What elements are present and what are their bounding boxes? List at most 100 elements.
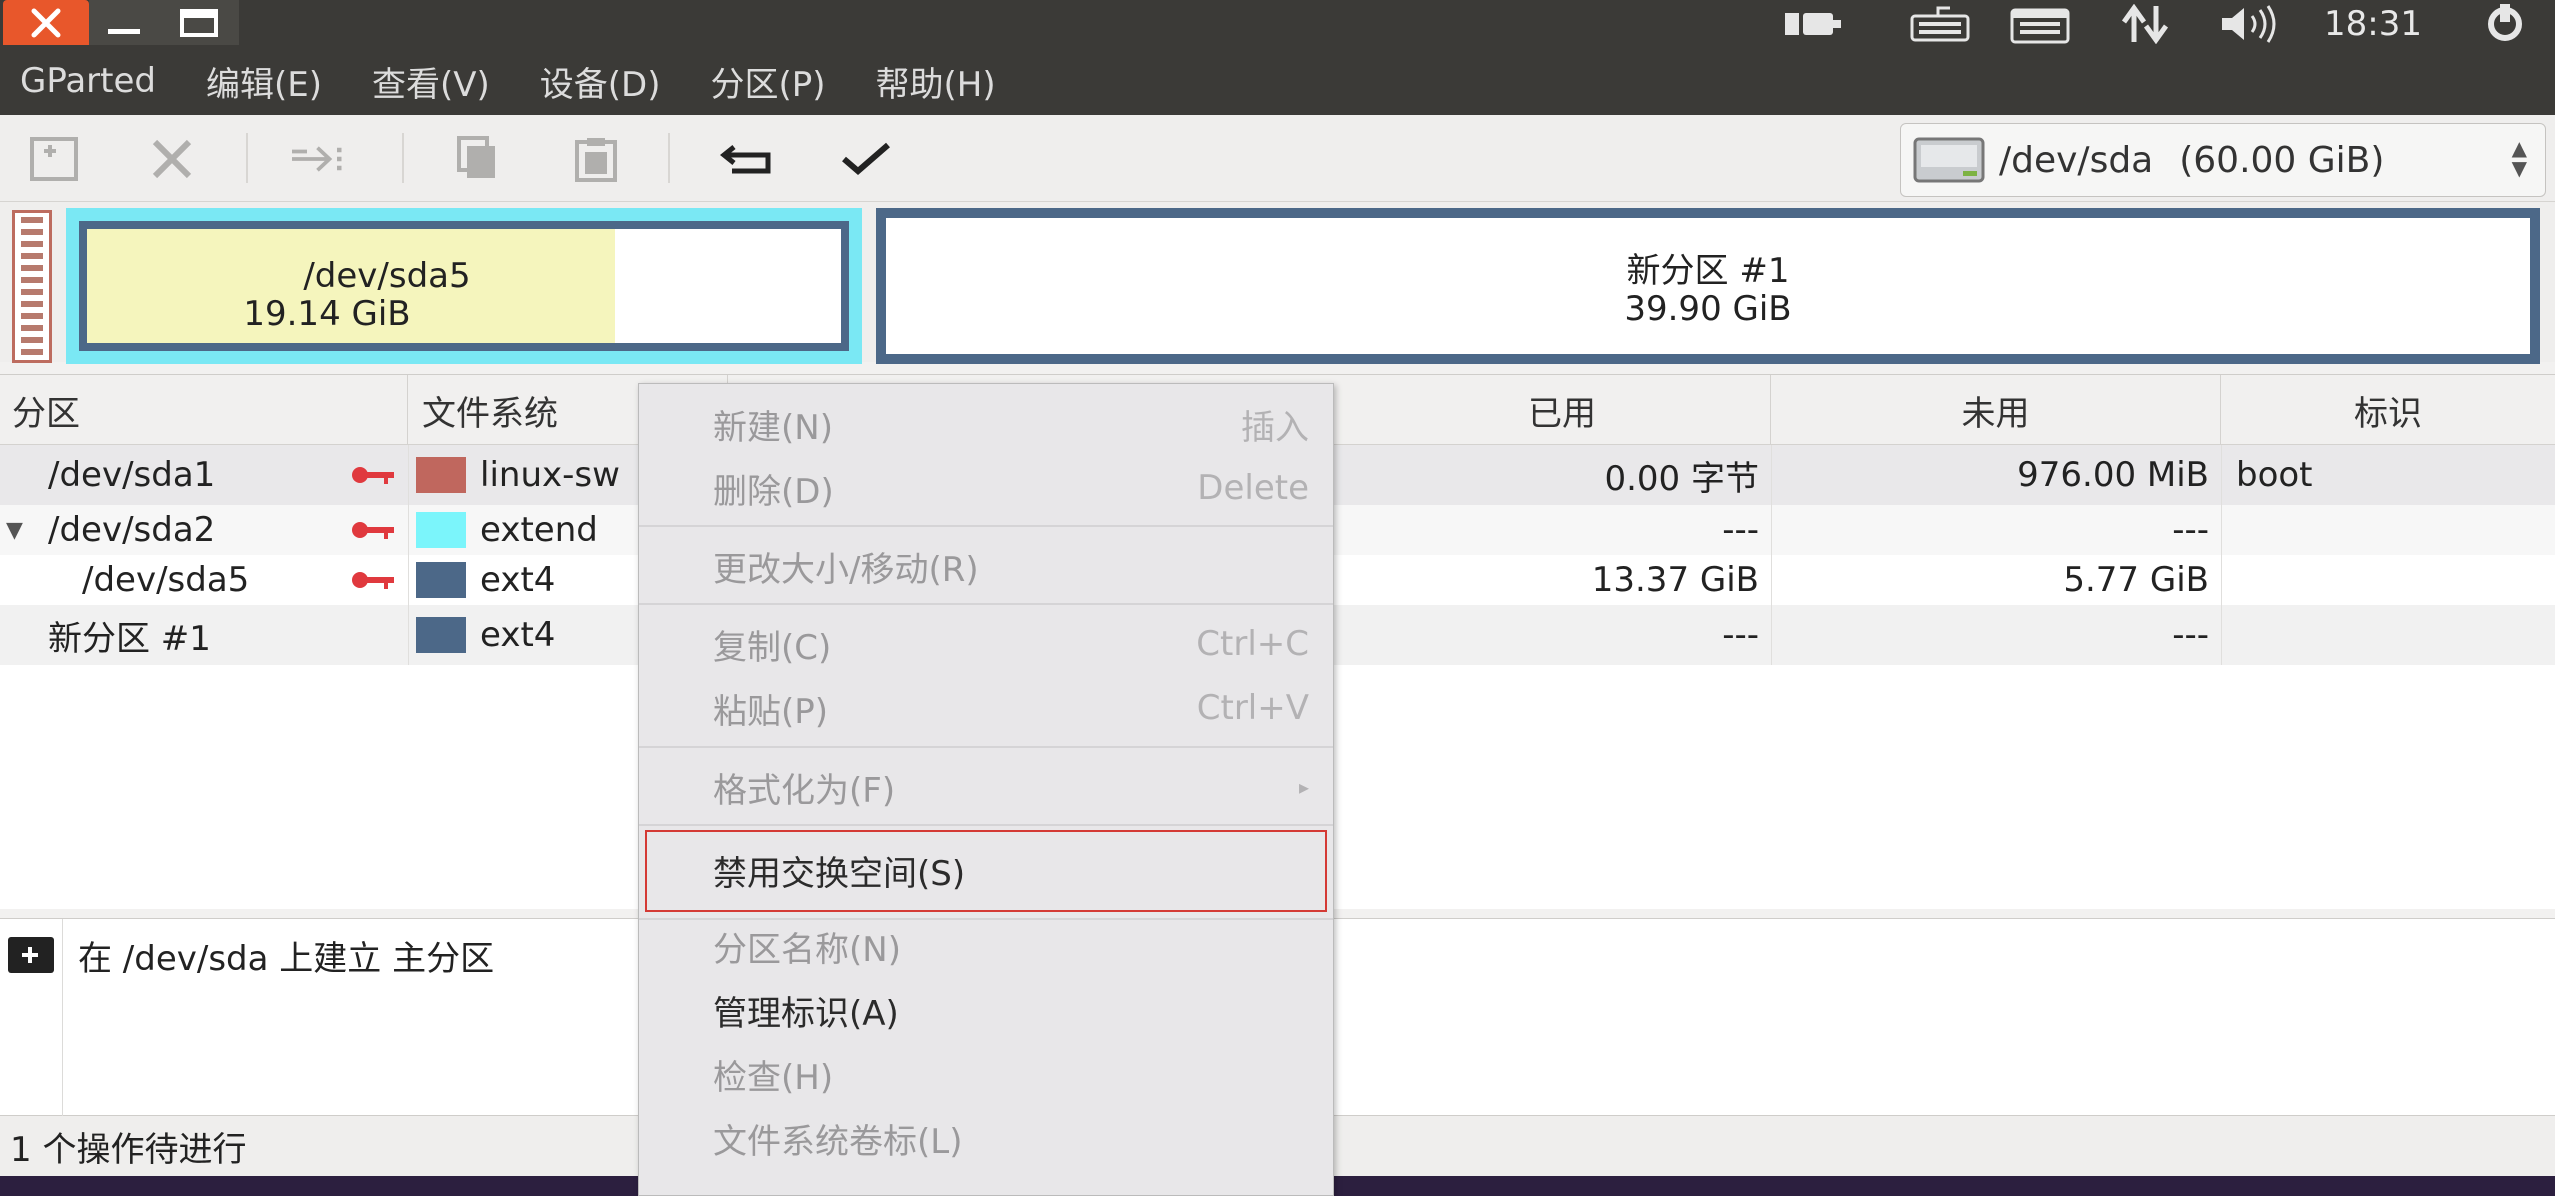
device-size: (60.00 GiB) (2179, 139, 2385, 181)
volume-icon[interactable] (2210, 0, 2290, 47)
clock[interactable]: 18:31 (2308, 0, 2438, 47)
lock-key-icon (352, 522, 394, 539)
menu-item-accelerator: Ctrl+C (1196, 624, 1309, 664)
paste-button[interactable] (566, 130, 626, 188)
close-icon (31, 8, 61, 37)
menu-item-copy[interactable]: 复制(C) Ctrl+C (639, 614, 1333, 674)
fs-color-swatch (416, 562, 466, 598)
menu-device[interactable]: 设备(D) (540, 57, 661, 106)
menu-gparted[interactable]: GParted (20, 61, 156, 101)
partition-block-sda1[interactable] (12, 210, 52, 363)
menu-item-fs-label[interactable]: 文件系统卷标(L) (639, 1108, 1333, 1168)
toolbar: /dev/sda (60.00 GiB) ▲ ▼ (0, 115, 2555, 202)
menu-item-accelerator: 插入 (1241, 407, 1309, 448)
copy-button[interactable] (448, 130, 508, 188)
menu-item-resize-move[interactable]: 更改大小/移动(R) (639, 536, 1333, 596)
menu-item-label: 新建(N) (713, 407, 833, 448)
top-panel: 18:31 (0, 0, 2555, 47)
partition-context-menu: 新建(N) 插入 删除(D) Delete 更改大小/移动(R) 复制(C) Ctrl… (638, 383, 1334, 1196)
menu-separator (639, 525, 1333, 527)
battery-icon[interactable] (1780, 0, 1850, 47)
new-partition-button[interactable] (26, 130, 86, 188)
copy-icon (457, 136, 495, 178)
new-partition-op-icon (8, 937, 54, 973)
resize-move-icon (292, 146, 342, 172)
menu-help[interactable]: 帮助(H) (876, 57, 996, 106)
lock-key-icon (352, 572, 394, 589)
menu-separator (639, 603, 1333, 605)
device-selector[interactable]: /dev/sda (60.00 GiB) ▲ ▼ (1900, 123, 2546, 197)
used-value: --- (1722, 510, 1759, 550)
close-window-button[interactable] (3, 0, 89, 45)
menu-item-new[interactable]: 新建(N) 插入 (639, 394, 1333, 454)
menubar: GParted 编辑(E) 查看(V) 设备(D) 分区(P) 帮助(H) (0, 47, 2555, 115)
filesystem-name: ext4 (480, 560, 556, 600)
lock-key-icon (352, 467, 394, 484)
unused-value: --- (2172, 615, 2209, 655)
minimize-icon (108, 28, 140, 34)
partition-name: 新分区 #1 (48, 618, 211, 659)
filesystem-cell: linux-sw (416, 445, 636, 505)
partition-block-sda5[interactable]: /dev/sda5 19.14 GiB (66, 208, 862, 364)
menu-item-label: 检查(H) (713, 1057, 834, 1098)
filesystem-name: ext4 (480, 615, 556, 655)
column-divider (2221, 445, 2222, 665)
op-divider (62, 919, 63, 1117)
menu-item-delete[interactable]: 删除(D) Delete (639, 458, 1333, 518)
undo-button[interactable] (718, 130, 778, 188)
flags-value: boot (2236, 455, 2313, 495)
maximize-window-button[interactable] (159, 0, 239, 45)
keyboard-icon[interactable] (1905, 0, 1975, 47)
sda5-size: 19.14 GiB (243, 294, 411, 334)
menu-edit[interactable]: 编辑(E) (206, 57, 322, 106)
used-value: 13.37 GiB (1591, 560, 1759, 600)
unused-value: --- (2172, 510, 2209, 550)
new1-label: 新分区 #1 (1626, 251, 1790, 291)
fs-color-swatch (416, 457, 466, 493)
expander-arrow-icon[interactable]: ▼ (6, 505, 36, 555)
network-icon[interactable] (2110, 0, 2180, 47)
power-icon[interactable] (2465, 0, 2545, 47)
menu-item-label: 文件系统卷标(L) (713, 1121, 963, 1162)
menu-item-manage-flags[interactable]: 管理标识(A) (639, 980, 1333, 1040)
menu-item-label: 分区名称(N) (713, 929, 901, 970)
resize-move-button[interactable] (292, 130, 352, 188)
menu-item-label: 禁用交换空间(S) (713, 853, 966, 894)
status-text: 1 个操作待进行 (10, 1129, 247, 1170)
column-header-partition[interactable]: 分区 (0, 375, 408, 445)
filesystem-cell: ext4 (416, 555, 636, 605)
partition-name: /dev/sda5 (82, 560, 250, 600)
filesystem-cell: extend (416, 505, 636, 555)
checkmark-icon (842, 142, 890, 175)
menu-item-swapoff[interactable]: 禁用交换空间(S) (639, 840, 1333, 900)
menu-item-label: 格式化为(F) (713, 770, 896, 811)
partition-name: /dev/sda2 (48, 510, 216, 550)
menu-view[interactable]: 查看(V) (372, 57, 490, 106)
delete-partition-button[interactable] (142, 130, 202, 188)
input-method-icon[interactable] (2005, 0, 2075, 47)
maximize-icon (180, 8, 218, 37)
menu-item-accelerator: Ctrl+V (1196, 688, 1309, 728)
apply-button[interactable] (836, 130, 896, 188)
menu-partition[interactable]: 分区(P) (711, 57, 826, 106)
partition-block-new1[interactable]: 新分区 #1 39.90 GiB (876, 208, 2540, 364)
column-header-flags[interactable]: 标识 (2221, 375, 2555, 445)
menu-item-paste[interactable]: 粘贴(P) Ctrl+V (639, 678, 1333, 738)
toolbar-separator (402, 133, 404, 183)
column-header-unused[interactable]: 未用 (1771, 375, 2221, 445)
operation-item[interactable]: 在 /dev/sda 上建立 主分区 (78, 931, 494, 980)
device-name: /dev/sda (1999, 139, 2154, 181)
menu-item-check[interactable]: 检查(H) (639, 1044, 1333, 1104)
menu-item-format-as[interactable]: 格式化为(F) ▸ (639, 757, 1333, 817)
menu-item-partition-name[interactable]: 分区名称(N) (639, 916, 1333, 976)
harddisk-icon (1913, 137, 1985, 183)
partition-name: /dev/sda1 (48, 455, 216, 495)
minimize-window-button[interactable] (89, 0, 159, 45)
toolbar-separator (668, 133, 670, 183)
filesystem-name: linux-sw (480, 455, 620, 495)
sda5-label: /dev/sda5 (303, 256, 471, 296)
menu-item-label: 粘贴(P) (713, 691, 829, 732)
delete-icon (152, 139, 192, 179)
column-header-used[interactable]: 已用 (1354, 375, 1771, 445)
used-value: 0.00 字节 (1604, 458, 1759, 499)
